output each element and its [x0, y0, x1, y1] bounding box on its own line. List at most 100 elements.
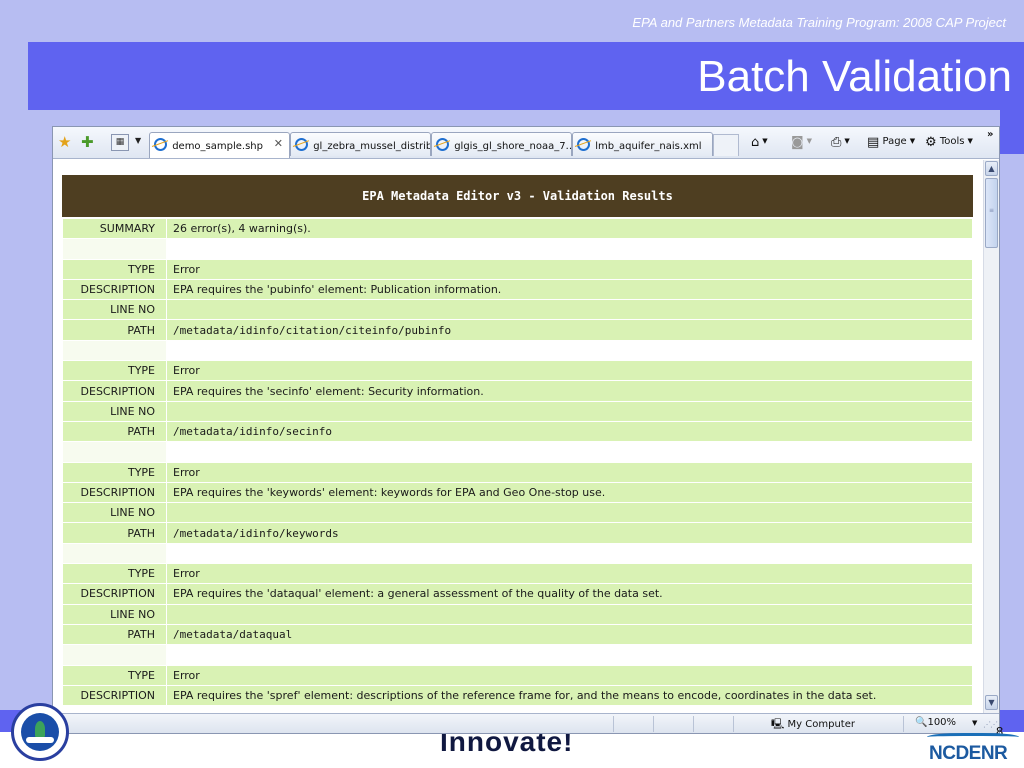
home-icon: ⌂ — [751, 135, 760, 150]
favorites-star-icon[interactable]: ★ — [58, 134, 71, 150]
spacer-row — [62, 542, 973, 565]
new-tab-button[interactable] — [713, 134, 739, 156]
tab-label: lmb_aquifer_nais.xml — [595, 141, 702, 152]
quick-tabs-icon[interactable]: ▦ — [111, 134, 129, 151]
path-label: PATH — [62, 522, 167, 544]
status-bar: 🖳 My Computer 🔍100% ▼ ⋰⋰ — [53, 713, 999, 733]
line-value — [166, 299, 973, 321]
tab-label: glgis_gl_shore_noaa_7… — [454, 141, 572, 152]
page-icon: ▤ — [867, 135, 880, 150]
results-header: EPA Metadata Editor v3 - Validation Resu… — [62, 175, 973, 217]
tab-lmb-aquifer[interactable]: lmb_aquifer_nais.xml — [572, 132, 713, 156]
table-row: DESCRIPTION EPA requires the 'spref' elem… — [62, 684, 973, 707]
page-menu-label: Page — [882, 136, 907, 147]
zoom-level: 100% — [927, 717, 957, 728]
slide-top-band: EPA and Partners Metadata Training Progr… — [0, 0, 1024, 42]
description-value: EPA requires the 'pubinfo' element: Publ… — [166, 278, 973, 301]
ncdenr-logo-text: NCDENR — [929, 743, 1008, 764]
type-label: TYPE — [62, 664, 167, 686]
innovate-logo: Innovate! — [440, 734, 574, 752]
path-label: PATH — [62, 623, 167, 646]
summary-row: SUMMARY 26 error(s), 4 warning(s). — [62, 217, 973, 240]
line-label: LINE NO — [62, 400, 167, 422]
line-value — [166, 603, 973, 625]
slide-title: Batch Validation — [697, 52, 1012, 101]
resize-grip-icon[interactable]: ⋰⋰ — [983, 720, 998, 729]
chevron-down-icon: ▼ — [806, 137, 813, 145]
ie-page-icon — [295, 138, 308, 151]
table-row: PATH/metadata/dataqual — [62, 623, 973, 646]
print-button[interactable]: ⎙ ▼ — [831, 135, 850, 150]
description-label: DESCRIPTION — [62, 684, 167, 707]
zoom-control[interactable]: 🔍100% ▼ — [915, 717, 977, 728]
type-value: Error — [166, 664, 973, 686]
tab-demo-sample[interactable]: demo_sample.shp ✕ — [149, 132, 290, 158]
add-favorites-icon[interactable]: ✚ — [81, 134, 94, 150]
browser-toolbar: ★ ✚ ▦ ▼ demo_sample.shp ✕ gl_zebra_musse… — [53, 127, 999, 159]
chevron-down-icon: ▼ — [967, 137, 973, 145]
tools-menu-label: Tools — [939, 136, 965, 147]
table-row: LINE NO — [62, 299, 973, 321]
security-zone[interactable]: 🖳 My Computer — [771, 717, 855, 734]
vertical-scrollbar[interactable]: ▲ ≡ ▼ — [983, 160, 999, 713]
table-row: LINE NO — [62, 400, 973, 422]
path-label: PATH — [62, 319, 167, 341]
type-label: TYPE — [62, 461, 167, 483]
table-row: TYPE Error — [62, 664, 973, 686]
table-row: LINE NO — [62, 502, 973, 524]
line-value — [166, 502, 973, 524]
type-label: TYPE — [62, 258, 167, 280]
grip-icon: ≡ — [989, 207, 995, 214]
summary-value: 26 error(s), 4 warning(s). — [166, 217, 973, 240]
spacer-row — [62, 339, 973, 362]
ie-page-icon — [154, 138, 167, 151]
printer-icon: ⎙ — [831, 135, 842, 150]
decorative-stripe — [1000, 110, 1024, 154]
line-label: LINE NO — [62, 603, 167, 625]
table-row: DESCRIPTION EPA requires the 'pubinfo' el… — [62, 278, 973, 301]
table-row: PATH/metadata/idinfo/secinfo — [62, 420, 973, 443]
zoom-icon: 🔍 — [915, 717, 928, 728]
description-label: DESCRIPTION — [62, 583, 167, 605]
home-button[interactable]: ⌂ ▼ — [751, 135, 768, 150]
chevron-down-icon: ▼ — [909, 137, 916, 145]
chevron-down-icon: ▼ — [762, 137, 768, 145]
epa-seal-logo — [11, 703, 69, 761]
toolbar-overflow-button[interactable]: » — [987, 129, 993, 140]
description-value: EPA requires the 'spref' element: descri… — [166, 684, 973, 707]
table-row: PATH/metadata/idinfo/citation/citeinfo/p… — [62, 319, 973, 341]
security-zone-label: My Computer — [787, 719, 855, 730]
page-menu-button[interactable]: ▤ Page ▼ — [867, 135, 915, 150]
table-row: DESCRIPTION EPA requires the 'dataqual' e… — [62, 583, 973, 605]
description-value: EPA requires the 'keywords' element: key… — [166, 481, 973, 504]
tab-glgis-gl-shore[interactable]: glgis_gl_shore_noaa_7… — [431, 132, 572, 156]
table-row: TYPE Error — [62, 461, 973, 483]
page-content: EPA Metadata Editor v3 - Validation Resu… — [53, 160, 983, 713]
browser-window: ★ ✚ ▦ ▼ demo_sample.shp ✕ gl_zebra_musse… — [52, 126, 1000, 734]
tools-menu-button[interactable]: ⚙ Tools ▼ — [925, 135, 973, 150]
type-value: Error — [166, 461, 973, 483]
feeds-button[interactable]: ◙ ▼ — [791, 135, 812, 150]
tab-label: gl_zebra_mussel_distrib… — [313, 141, 431, 152]
computer-icon: 🖳 — [771, 719, 785, 730]
description-value: EPA requires the 'dataqual' element: a g… — [166, 583, 973, 605]
scroll-thumb[interactable]: ≡ — [985, 178, 998, 248]
ie-page-icon — [436, 138, 449, 151]
scroll-up-button[interactable]: ▲ — [985, 161, 998, 176]
description-label: DESCRIPTION — [62, 481, 167, 504]
gear-icon: ⚙ — [925, 135, 937, 150]
table-row: PATH/metadata/idinfo/keywords — [62, 522, 973, 544]
tab-list-dropdown-icon[interactable]: ▼ — [135, 136, 141, 145]
chevron-down-icon: ▼ — [844, 137, 850, 145]
spacer-row — [62, 238, 973, 260]
path-value: /metadata/idinfo/citation/citeinfo/pubin… — [166, 319, 973, 341]
line-label: LINE NO — [62, 299, 167, 321]
table-row: LINE NO — [62, 603, 973, 625]
path-value: /metadata/dataqual — [166, 623, 973, 646]
table-row: TYPE Error — [62, 360, 973, 382]
spacer-row — [62, 441, 973, 463]
scroll-down-button[interactable]: ▼ — [985, 695, 998, 710]
tab-gl-zebra-mussel[interactable]: gl_zebra_mussel_distrib… — [290, 132, 431, 156]
type-label: TYPE — [62, 563, 167, 585]
tab-close-icon[interactable]: ✕ — [274, 137, 283, 150]
